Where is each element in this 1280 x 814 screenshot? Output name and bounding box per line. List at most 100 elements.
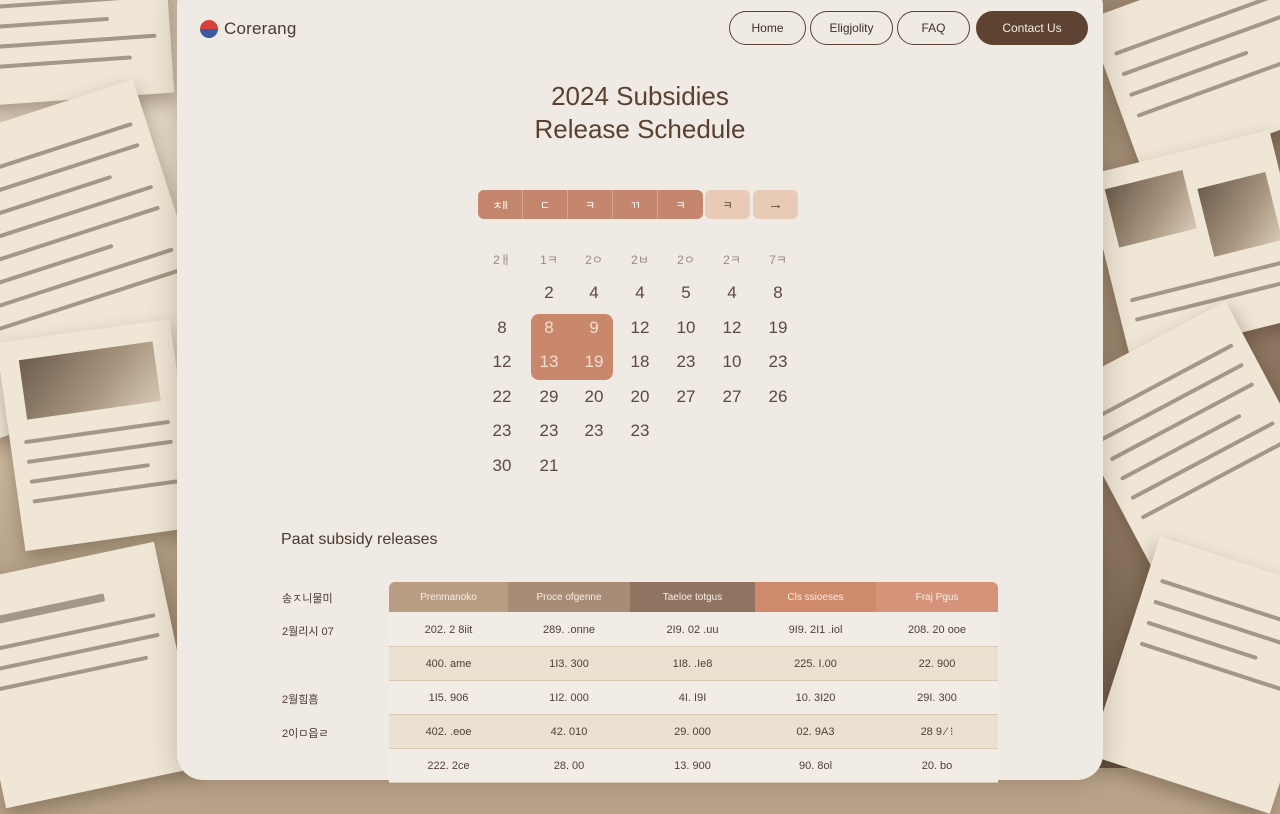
calendar-tab[interactable]: ㅋ [568,190,613,219]
calendar-day[interactable]: 22 [482,387,522,407]
weekday-label: 2ㅇ [677,253,695,267]
calendar-day[interactable]: 4 [620,283,660,303]
table-cell: 28 9 ⁄ ⁝ [920,726,954,738]
column-header[interactable]: Taeloe totgus [630,582,755,612]
calendar-day[interactable]: 10 [712,352,752,372]
page-title-line-2: Release Schedule [534,114,746,144]
nav-home-button[interactable]: Home [729,11,806,45]
table-cell: 90. 8ol [798,759,833,772]
table-row[interactable]: 400. ame 1I3. 300 1I8. .Ie8 225. I.00 22. 90… [389,647,998,681]
table-cell: 2I9. 02 .uu [666,623,719,636]
contact-us-button[interactable]: Contact Us [976,11,1088,45]
table-cell: 22. 900 [918,657,956,670]
table-cell: 9I9. 2I1 .iol [788,623,843,636]
calendar-day[interactable]: 5 [666,283,706,303]
column-header[interactable]: Prenmanoko [389,582,508,612]
table-row[interactable]: 222. 2ce 28. 00 13. 900 90. 8ol 20. bo [389,749,998,783]
calendar-day[interactable]: 29 [529,387,569,407]
page-title: 2024 Subsidies Release Schedule [0,80,1280,146]
weekday-label: 2ㅋ [723,253,741,267]
table-cell: 10. 3I20 [795,691,836,704]
newspaper-clipping [1089,536,1280,814]
calendar-day[interactable]: 30 [482,456,522,476]
row-label: 송ㅈ니물미 [282,593,333,605]
calendar-tab[interactable]: ㅋ [658,190,703,219]
column-header[interactable]: Fraj Pgus [876,582,998,612]
table-cell: 202. 2 8iit [424,623,473,636]
table-cell: 42. 010 [550,725,588,738]
weekday-label: 2ㅂ [631,253,649,267]
row-label: 2이ㅁ읍ㄹ [282,728,329,740]
table-cell: 222. 2ce [427,759,470,772]
weekday-label: 1ㅋ [540,253,558,267]
table-cell: 208. 20 ooe [907,623,967,636]
table-cell: 1I5. 906 [428,691,469,704]
calendar-day[interactable]: 27 [712,387,752,407]
nav-eligibility-button[interactable]: Eligjolity [810,11,893,45]
nav-faq-button[interactable]: FAQ [897,11,970,45]
table-cell: 4I. I9I [678,691,707,704]
calendar-tab[interactable]: ㄲ [613,190,658,219]
table-header: Prenmanoko Proce ofgenne Taeloe totgus C… [389,582,998,612]
calendar-day[interactable]: 12 [482,352,522,372]
calendar-day[interactable]: 20 [574,387,614,407]
brand-name: Corerang [224,19,297,38]
calendar-tab[interactable]: ㄷ [523,190,568,219]
calendar-day[interactable]: 8 [758,283,798,303]
table-cell: 1I8. .Ie8 [672,657,713,670]
calendar-day[interactable]: 20 [620,387,660,407]
table-row[interactable]: 202. 2 8iit 289. .onne 2I9. 02 .uu 9I9. 2I1… [389,613,998,647]
calendar-day[interactable]: 12 [620,318,660,338]
calendar-day[interactable]: 23 [666,352,706,372]
newspaper-clipping [0,541,202,809]
table-cell: 402. .eoe [425,725,472,738]
calendar-day[interactable]: 10 [666,318,706,338]
calendar-day[interactable]: 23 [529,421,569,441]
table-cell: 13. 900 [674,759,711,772]
calendar-day[interactable]: 23 [620,421,660,441]
calendar-day[interactable]: 4 [712,283,752,303]
table-cell: 1I2. 000 [549,691,589,704]
calendar-day[interactable]: 8 [529,318,569,338]
row-label: 2월힘흠 [282,694,319,706]
calendar-day[interactable]: 23 [574,421,614,441]
table-cell: 29I. 300 [917,691,957,704]
calendar-day[interactable]: 12 [712,318,752,338]
next-arrow-icon[interactable]: → [753,190,798,219]
table-cell: 20. bo [921,759,953,772]
column-header[interactable]: Cls ssioeses [755,582,876,612]
table-row[interactable]: 402. .eoe 42. 010 29. 000 02. 9A3 28 9 ⁄ ⁝ [389,715,998,749]
calendar-day[interactable]: 27 [666,387,706,407]
table-cell: 29. 000 [674,725,711,738]
table-cell: 225. I.00 [794,657,837,670]
weekday-label: 2ㅇ [585,253,603,267]
calendar-day[interactable]: 23 [482,421,522,441]
calendar-day[interactable]: 26 [758,387,798,407]
calendar-day[interactable]: 19 [758,318,798,338]
table-cell: 1I3. 300 [549,657,589,670]
table-cell: 289. .onne [543,623,595,636]
calendar-tab[interactable]: ㅋ [705,190,750,219]
top-nav: Home Eligjolity FAQ Contact Us [729,11,1088,45]
table-cell: 28. 00 [553,759,585,772]
brand[interactable]: Corerang [200,19,296,39]
calendar-tab[interactable]: ㅊll [478,190,523,219]
newspaper-clipping [0,318,199,552]
table-cell: 400. ame [425,657,472,670]
calendar-day[interactable]: 2 [529,283,569,303]
calendar-day[interactable]: 4 [574,283,614,303]
weekday-label: 7ㅋ [769,253,787,267]
calendar-day[interactable]: 8 [482,318,522,338]
calendar-day[interactable]: 21 [529,456,569,476]
table-row[interactable]: 1I5. 906 1I2. 000 4I. I9I 10. 3I20 29I. 300 [389,681,998,715]
calendar-day[interactable]: 23 [758,352,798,372]
calendar-tabbar: ㅊll ㄷ ㅋ ㄲ ㅋ ㅋ → [478,190,798,219]
row-label: 2월리시 07 [282,626,334,638]
page-title-line-1: 2024 Subsidies [551,81,729,111]
calendar-day[interactable]: 13 [529,352,569,372]
section-title: Paat subsidy releases [281,531,438,548]
calendar-day[interactable]: 9 [574,318,614,338]
calendar-day[interactable]: 19 [574,352,614,372]
column-header[interactable]: Proce ofgenne [508,582,630,612]
calendar-day[interactable]: 18 [620,352,660,372]
